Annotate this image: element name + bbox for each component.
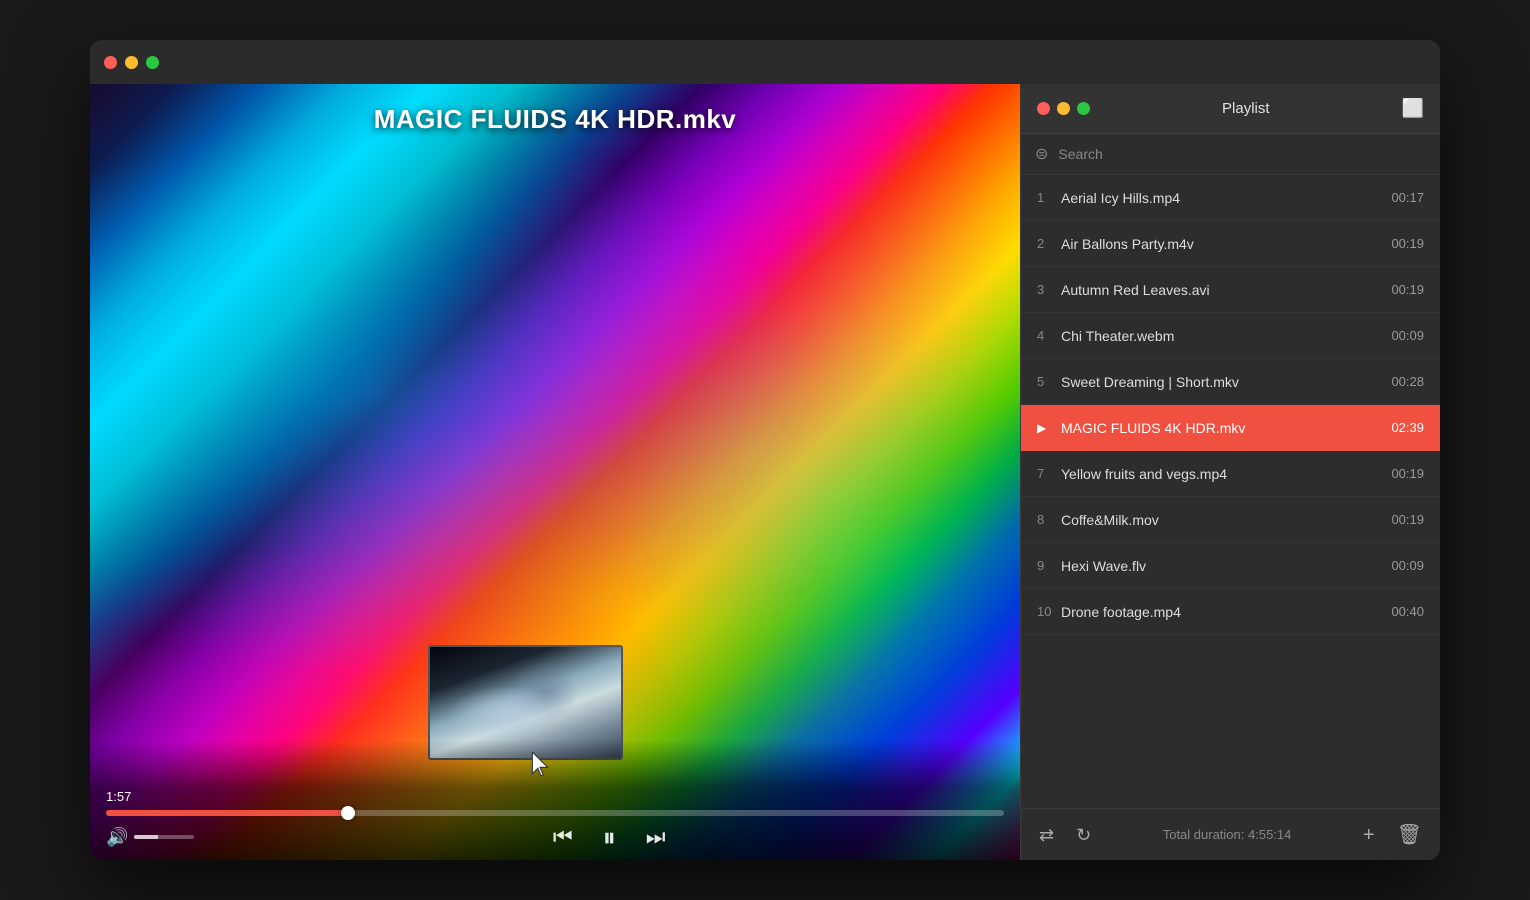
item-number-3: 3 <box>1037 282 1061 297</box>
video-area[interactable]: MAGIC FLUIDS 4K HDR.mkv 0:43 1:57 🔊 <box>90 84 1020 860</box>
item-duration-8: 00:19 <box>1391 512 1424 527</box>
item-name-9: Hexi Wave.flv <box>1061 558 1391 574</box>
current-time: 1:57 <box>106 789 1004 804</box>
item-name-7: Yellow fruits and vegs.mp4 <box>1061 466 1391 482</box>
item-name-2: Air Ballons Party.m4v <box>1061 236 1391 252</box>
close-button[interactable] <box>104 56 117 69</box>
progress-fill <box>106 810 348 816</box>
shuffle-button[interactable]: ⇄ <box>1035 822 1058 848</box>
playlist-item-8[interactable]: 8 Coffe&Milk.mov 00:19 <box>1021 497 1440 543</box>
playlist-item-1[interactable]: 1 Aerial Icy Hills.mp4 00:17 <box>1021 175 1440 221</box>
app-window: MAGIC FLUIDS 4K HDR.mkv 0:43 1:57 🔊 <box>90 40 1440 860</box>
item-name-1: Aerial Icy Hills.mp4 <box>1061 190 1391 206</box>
playlist-minimize-button[interactable] <box>1057 102 1070 115</box>
bottom-controls: 🔊 ⏮ ⏸ ⏭ <box>90 824 1020 850</box>
main-content: MAGIC FLUIDS 4K HDR.mkv 0:43 1:57 🔊 <box>90 84 1440 860</box>
playlist-item-4[interactable]: 4 Chi Theater.webm 00:09 <box>1021 313 1440 359</box>
controls-bar: 1:57 🔊 ⏮ ⏸ <box>90 740 1020 860</box>
item-number-2: 2 <box>1037 236 1061 251</box>
volume-bar[interactable] <box>134 835 194 839</box>
item-name-6: MAGIC FLUIDS 4K HDR.mkv <box>1061 420 1391 436</box>
playlist-footer: ⇄ ↻ Total duration: 4:55:14 + 🗑 <box>1021 808 1440 860</box>
playlist-panel: Playlist ⬜ ⊜ 1 Aerial Icy Hills.mp4 00:1… <box>1020 84 1440 860</box>
item-name-8: Coffe&Milk.mov <box>1061 512 1391 528</box>
item-duration-3: 00:19 <box>1391 282 1424 297</box>
progress-thumb <box>341 806 355 820</box>
playlist-close-button[interactable] <box>1037 102 1050 115</box>
item-name-4: Chi Theater.webm <box>1061 328 1391 344</box>
playlist-maximize-button[interactable] <box>1077 102 1090 115</box>
item-duration-6: 02:39 <box>1391 420 1424 435</box>
progress-area: 1:57 <box>90 789 1020 816</box>
playlist-header: Playlist ⬜ <box>1021 84 1440 134</box>
progress-bar[interactable] <box>106 810 1004 816</box>
video-title: MAGIC FLUIDS 4K HDR.mkv <box>90 104 1020 135</box>
playlist-item-9[interactable]: 9 Hexi Wave.flv 00:09 <box>1021 543 1440 589</box>
item-number-1: 1 <box>1037 190 1061 205</box>
maximize-button[interactable] <box>146 56 159 69</box>
playlist-traffic-lights <box>1037 102 1090 115</box>
title-bar <box>90 40 1440 84</box>
delete-button[interactable]: 🗑 <box>1393 821 1426 849</box>
chat-icon[interactable]: ⬜ <box>1402 98 1424 119</box>
playlist-item-10[interactable]: 10 Drone footage.mp4 00:40 <box>1021 589 1440 635</box>
next-button[interactable]: ⏭ <box>646 826 666 848</box>
volume-fill <box>134 835 158 839</box>
playlist-item-6[interactable]: ▶ MAGIC FLUIDS 4K HDR.mkv 02:39 <box>1021 405 1440 451</box>
playlist-title: Playlist <box>1222 100 1270 117</box>
play-indicator: ▶ <box>1037 421 1061 435</box>
prev-button[interactable]: ⏮ <box>553 826 573 848</box>
playlist-item-2[interactable]: 2 Air Ballons Party.m4v 00:19 <box>1021 221 1440 267</box>
item-name-3: Autumn Red Leaves.avi <box>1061 282 1391 298</box>
playlist-items: 1 Aerial Icy Hills.mp4 00:17 2 Air Ballo… <box>1021 175 1440 808</box>
total-duration: Total duration: 4:55:14 <box>1109 827 1345 842</box>
item-number-7: 7 <box>1037 466 1061 481</box>
item-duration-2: 00:19 <box>1391 236 1424 251</box>
item-duration-5: 00:28 <box>1391 374 1424 389</box>
add-button[interactable]: + <box>1359 821 1379 849</box>
volume-icon[interactable]: 🔊 <box>106 827 128 848</box>
search-input[interactable] <box>1058 146 1426 162</box>
playlist-item-3[interactable]: 3 Autumn Red Leaves.avi 00:19 <box>1021 267 1440 313</box>
item-duration-9: 00:09 <box>1391 558 1424 573</box>
search-bar: ⊜ <box>1021 134 1440 175</box>
playlist-item-7[interactable]: 7 Yellow fruits and vegs.mp4 00:19 <box>1021 451 1440 497</box>
item-name-10: Drone footage.mp4 <box>1061 604 1391 620</box>
volume-group: 🔊 <box>106 827 194 848</box>
item-number-4: 4 <box>1037 328 1061 343</box>
item-number-9: 9 <box>1037 558 1061 573</box>
playlist-item-5[interactable]: 5 Sweet Dreaming | Short.mkv 00:28 <box>1021 359 1440 405</box>
item-number-8: 8 <box>1037 512 1061 527</box>
minimize-button[interactable] <box>125 56 138 69</box>
item-duration-1: 00:17 <box>1391 190 1424 205</box>
traffic-lights <box>104 56 159 69</box>
item-number-5: 5 <box>1037 374 1061 389</box>
transport-controls: ⏮ ⏸ ⏭ <box>214 824 1004 850</box>
item-duration-7: 00:19 <box>1391 466 1424 481</box>
search-icon: ⊜ <box>1035 144 1048 164</box>
item-name-5: Sweet Dreaming | Short.mkv <box>1061 374 1391 390</box>
item-number-10: 10 <box>1037 604 1061 619</box>
item-duration-4: 00:09 <box>1391 328 1424 343</box>
item-duration-10: 00:40 <box>1391 604 1424 619</box>
repeat-button[interactable]: ↻ <box>1072 822 1095 848</box>
pause-button[interactable]: ⏸ <box>603 824 616 850</box>
